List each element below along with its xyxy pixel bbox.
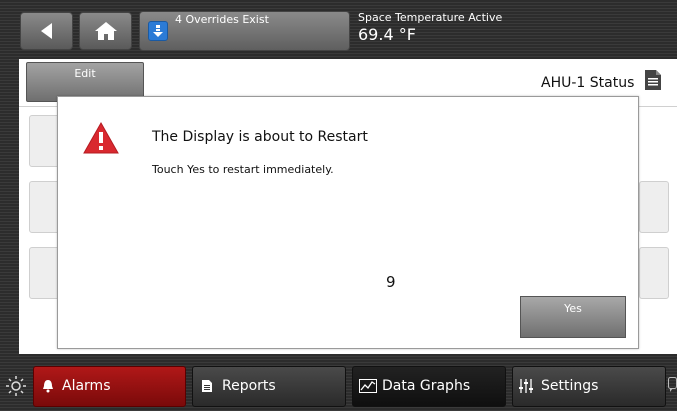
tab-settings[interactable]: Settings bbox=[512, 366, 666, 407]
restart-dialog: The Display is about to Restart Touch Ye… bbox=[57, 96, 639, 349]
list-row[interactable] bbox=[639, 247, 669, 299]
edit-label: Edit bbox=[74, 67, 96, 80]
tab-data-graphs-label: Data Graphs bbox=[382, 378, 471, 394]
brightness-icon[interactable] bbox=[6, 376, 26, 396]
tab-settings-label: Settings bbox=[541, 378, 599, 394]
document-icon[interactable] bbox=[644, 69, 662, 91]
temperature-label: Space Temperature Active bbox=[358, 11, 503, 24]
tab-alarms[interactable]: Alarms bbox=[33, 366, 186, 407]
temperature-value: 69.4 °F bbox=[358, 25, 416, 44]
overrides-button[interactable]: 4 Overrides Exist bbox=[139, 11, 350, 51]
overrides-label: 4 Overrides Exist bbox=[175, 13, 269, 26]
dialog-message: Touch Yes to restart immediately. bbox=[152, 163, 334, 176]
sliders-icon bbox=[519, 379, 533, 393]
chat-icon[interactable] bbox=[668, 377, 677, 393]
bottom-nav: Alarms Reports Data Graphs Settings bbox=[0, 357, 677, 411]
home-button[interactable] bbox=[79, 12, 132, 50]
countdown-value: 9 bbox=[386, 273, 396, 291]
warning-icon bbox=[83, 121, 119, 154]
top-bar: 4 Overrides Exist Space Temperature Acti… bbox=[0, 0, 677, 58]
page-title: AHU-1 Status bbox=[541, 75, 635, 91]
back-button[interactable] bbox=[20, 12, 73, 50]
reports-icon bbox=[202, 380, 212, 392]
yes-label: Yes bbox=[564, 302, 582, 315]
tab-reports-label: Reports bbox=[222, 378, 276, 394]
tab-reports[interactable]: Reports bbox=[192, 366, 346, 407]
dialog-title: The Display is about to Restart bbox=[152, 129, 368, 145]
bell-icon bbox=[43, 380, 53, 393]
override-download-icon bbox=[148, 21, 168, 41]
yes-button[interactable]: Yes bbox=[520, 296, 626, 338]
tab-alarms-label: Alarms bbox=[62, 378, 111, 394]
home-icon bbox=[94, 22, 117, 40]
chart-icon bbox=[359, 379, 377, 393]
back-arrow-icon bbox=[40, 23, 52, 39]
list-row[interactable] bbox=[639, 181, 669, 233]
tab-data-graphs[interactable]: Data Graphs bbox=[352, 366, 506, 407]
hvac-touch-display: 4 Overrides Exist Space Temperature Acti… bbox=[0, 0, 677, 411]
